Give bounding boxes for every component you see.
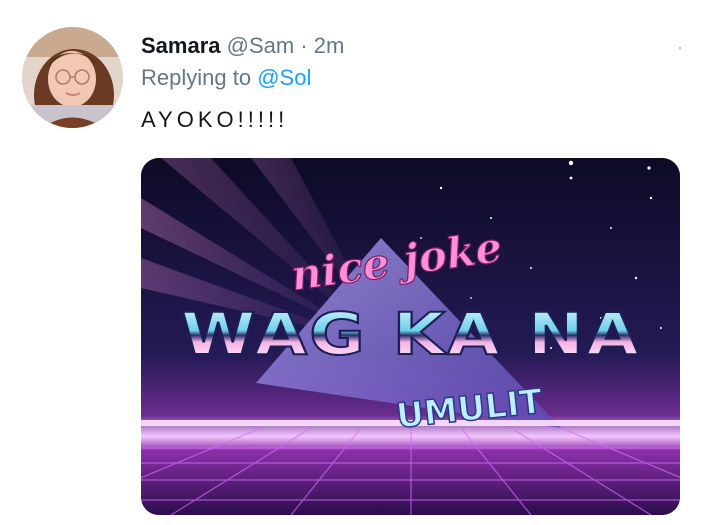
more-icon[interactable] <box>672 44 688 52</box>
meme-line-2: WAG KA NA <box>181 300 641 368</box>
tweet[interactable]: Samara @Sam · 2m Replying to @Sol AYOKO!… <box>0 0 719 525</box>
tweet-header: Samara @Sam · 2m <box>141 33 344 59</box>
chevron-down-icon <box>678 46 682 50</box>
reply-to-handle[interactable]: @Sol <box>257 65 311 90</box>
reply-prefix: Replying to <box>141 65 252 90</box>
replying-to: Replying to @Sol <box>141 65 311 91</box>
user-handle[interactable]: @Sam <box>227 33 295 58</box>
meme-image: nice joke WAG KA NA UMULIT <box>141 158 680 515</box>
tweet-image[interactable]: nice joke WAG KA NA UMULIT <box>141 158 680 515</box>
tweet-text: AYOKO!!!!! <box>141 107 289 132</box>
timestamp[interactable]: 2m <box>314 33 345 58</box>
separator-dot: · <box>300 33 308 58</box>
avatar-photo <box>22 27 123 128</box>
display-name[interactable]: Samara <box>141 33 221 58</box>
avatar[interactable] <box>22 27 123 128</box>
